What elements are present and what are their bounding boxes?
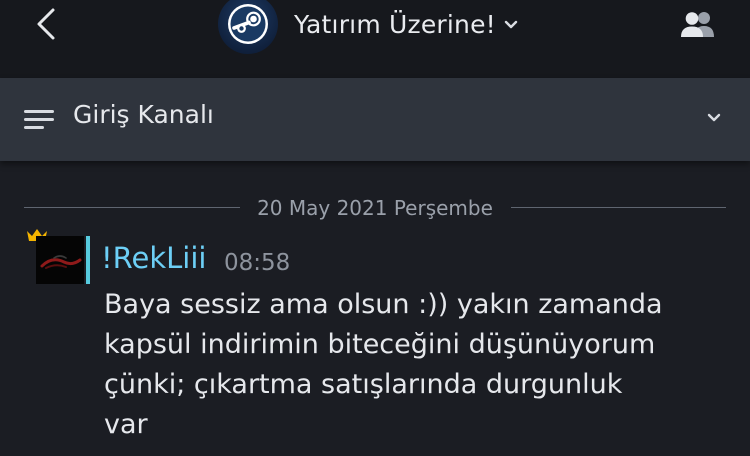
channel-menu-button[interactable]: [24, 104, 58, 134]
message-timestamp: 08:58: [224, 250, 291, 276]
hamburger-menu-line: [24, 126, 44, 129]
message-author[interactable]: !RekLiii: [101, 241, 206, 275]
channel-dropdown-button[interactable]: [704, 110, 724, 126]
group-name: Yatırım Üzerine!: [294, 9, 496, 39]
group-title-dropdown[interactable]: Yatırım Üzerine!: [294, 6, 518, 42]
message-text: Baya sessiz ama olsun :)) yakın zamanda …: [104, 285, 724, 445]
hamburger-menu-icon: [24, 110, 54, 113]
group-header: Yatırım Üzerine!: [0, 0, 750, 78]
avatar-image: [36, 236, 84, 284]
users-icon: [681, 12, 714, 37]
divider-line: [511, 207, 726, 208]
message-line: kapsül indirimin biteceğini düşünüyorum: [104, 329, 656, 360]
date-label: 20 May 2021 Perşembe: [257, 196, 493, 220]
message-line: çünki; çıkartma satışlarında durgunluk: [104, 369, 623, 400]
message-line: Baya sessiz ama olsun :)) yakın zamanda: [104, 289, 663, 320]
date-divider: 20 May 2021 Perşembe: [24, 194, 726, 222]
hamburger-menu-line: [24, 118, 54, 121]
members-button[interactable]: [676, 6, 720, 42]
chevron-left-icon: [37, 8, 55, 40]
online-status-bar: [86, 236, 90, 284]
message-line: var: [104, 409, 148, 440]
chevron-down-icon: [504, 20, 518, 29]
group-avatar[interactable]: [218, 0, 278, 54]
channel-name[interactable]: Giriş Kanalı: [73, 100, 214, 129]
channel-bar: Giriş Kanalı: [0, 78, 750, 161]
back-button[interactable]: [28, 4, 64, 44]
chevron-down-icon: [707, 113, 721, 122]
steam-logo-icon: [228, 4, 268, 44]
avatar[interactable]: [36, 236, 84, 284]
